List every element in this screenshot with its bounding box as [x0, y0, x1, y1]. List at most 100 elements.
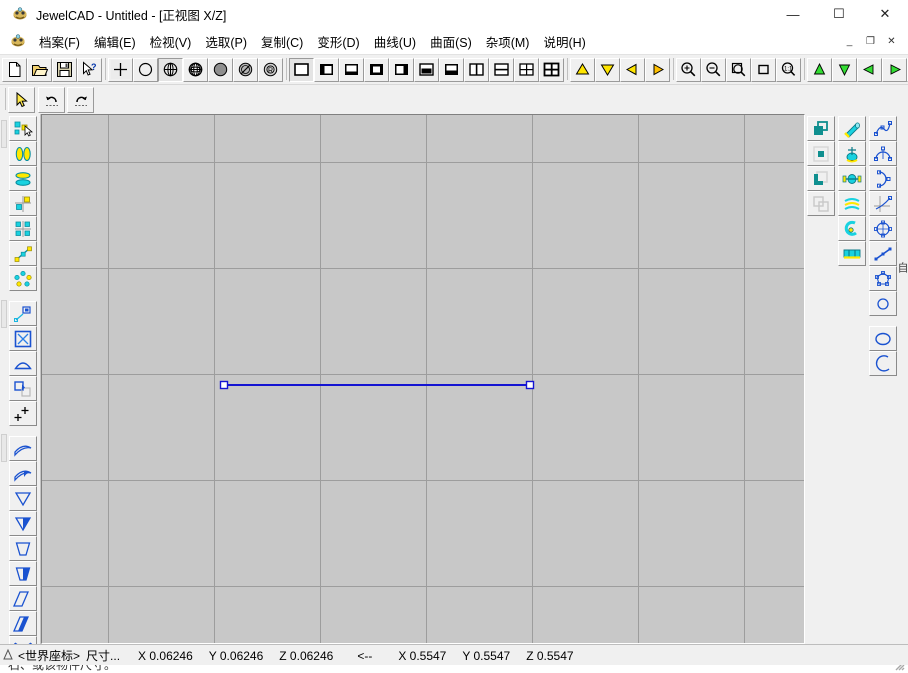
- menu-file[interactable]: 档案(F): [32, 29, 87, 54]
- rotate-up-button[interactable]: [570, 57, 595, 82]
- pick-stack-button[interactable]: [9, 166, 37, 191]
- title-bar: JewelCAD - Untitled - [正视图 X/Z] — ☐ ✕: [0, 0, 908, 28]
- menu-view[interactable]: 检视(V): [143, 29, 199, 54]
- view-bottom-half-button[interactable]: [339, 57, 364, 82]
- mdi-close-button[interactable]: ✕: [881, 31, 902, 51]
- split-vertical-button[interactable]: [464, 57, 489, 82]
- trapezoid-filled-button[interactable]: [9, 561, 37, 586]
- pick-pair-button[interactable]: [9, 141, 37, 166]
- trapezoid-button[interactable]: [9, 536, 37, 561]
- shaded-no-edge-button[interactable]: [233, 57, 258, 82]
- layer-back-button[interactable]: [807, 166, 835, 191]
- pick-ring-button[interactable]: [9, 266, 37, 291]
- tangent-curve-button[interactable]: [869, 191, 897, 216]
- layer-front-button[interactable]: [807, 116, 835, 141]
- wireframe-outline-button[interactable]: [133, 57, 158, 82]
- render-button[interactable]: R: [258, 57, 283, 82]
- quad-view-bold-button[interactable]: [539, 57, 564, 82]
- pick-object-button[interactable]: [9, 116, 37, 141]
- window-minimize-button[interactable]: —: [770, 0, 816, 28]
- object-down-button[interactable]: [832, 57, 857, 82]
- view-corner-button[interactable]: [439, 57, 464, 82]
- layer-middle-button[interactable]: [807, 141, 835, 166]
- zoom-fit-button[interactable]: [751, 57, 776, 82]
- new-file-button[interactable]: [2, 57, 27, 82]
- select-pointer-button[interactable]: [8, 87, 35, 113]
- window-close-button[interactable]: ✕: [862, 0, 908, 28]
- split-horizontal-button[interactable]: [489, 57, 514, 82]
- circle-nodes-button[interactable]: [869, 216, 897, 241]
- mdi-minimize-button[interactable]: _: [839, 31, 860, 51]
- menu-edit[interactable]: 编辑(E): [87, 29, 143, 54]
- view-left-half-button[interactable]: [314, 57, 339, 82]
- undo-button[interactable]: [38, 87, 65, 113]
- resize-grip[interactable]: [892, 665, 906, 672]
- zoom-in-button[interactable]: [676, 57, 701, 82]
- object-right-button[interactable]: [882, 57, 907, 82]
- rail-grip[interactable]: [1, 300, 7, 328]
- spiral-ring-button[interactable]: [838, 216, 866, 241]
- arc-band-filled-button[interactable]: [9, 461, 37, 486]
- stacked-rings-button[interactable]: [838, 191, 866, 216]
- open-file-button[interactable]: [27, 57, 52, 82]
- dense-mesh-button[interactable]: [183, 57, 208, 82]
- rotate-right-button[interactable]: [645, 57, 670, 82]
- menu-deform[interactable]: 变形(D): [310, 29, 366, 54]
- quad-view-button[interactable]: [514, 57, 539, 82]
- align-center-button[interactable]: [9, 401, 37, 426]
- rotate-left-button[interactable]: [620, 57, 645, 82]
- single-view-button[interactable]: [289, 57, 314, 82]
- menu-misc[interactable]: 杂项(M): [479, 29, 537, 54]
- menu-help[interactable]: 说明(H): [536, 29, 592, 54]
- scale-box-button[interactable]: [9, 301, 37, 326]
- wireframe-mesh-button[interactable]: [158, 57, 183, 82]
- save-file-button[interactable]: [52, 57, 77, 82]
- object-left-button[interactable]: [857, 57, 882, 82]
- bezier-curve-button[interactable]: [869, 116, 897, 141]
- dome-button[interactable]: [9, 351, 37, 376]
- channel-band-button[interactable]: [838, 241, 866, 266]
- menu-pick[interactable]: 选取(P): [198, 29, 254, 54]
- jewelcad-document-icon[interactable]: [10, 33, 26, 49]
- object-up-button[interactable]: [807, 57, 832, 82]
- shank-tube-button[interactable]: [838, 116, 866, 141]
- point-display-button[interactable]: [108, 57, 133, 82]
- selected-line-segment[interactable]: [42, 115, 805, 644]
- rotate-down-button[interactable]: [595, 57, 620, 82]
- context-help-button[interactable]: ?: [77, 57, 102, 82]
- half-arc-button[interactable]: [869, 166, 897, 191]
- line-handle-end[interactable]: [525, 380, 535, 390]
- zoom-all-button[interactable]: 1:1: [776, 57, 801, 82]
- window-maximize-button[interactable]: ☐: [816, 0, 862, 28]
- redo-button[interactable]: [67, 87, 94, 113]
- pick-grid-button[interactable]: [9, 216, 37, 241]
- menu-curve[interactable]: 曲线(U): [367, 29, 423, 54]
- viewport-canvas[interactable]: [41, 114, 805, 644]
- prong-setting-button[interactable]: [838, 166, 866, 191]
- pick-diagonal-button[interactable]: [9, 241, 37, 266]
- arc-band-button[interactable]: [9, 436, 37, 461]
- bowtie-button[interactable]: [9, 636, 37, 644]
- menu-copy[interactable]: 复制(C): [254, 29, 310, 54]
- taper-down-filled-button[interactable]: [9, 511, 37, 536]
- rail-grip[interactable]: [1, 434, 7, 462]
- pick-quadrant-button[interactable]: [9, 191, 37, 216]
- rail-grip[interactable]: [1, 120, 7, 148]
- layer-empty-button[interactable]: [807, 191, 835, 216]
- zoom-out-button[interactable]: [701, 57, 726, 82]
- parallelogram-button[interactable]: [9, 586, 37, 611]
- menu-surface[interactable]: 曲面(S): [423, 29, 479, 54]
- parallelogram-filled-button[interactable]: [9, 611, 37, 636]
- taper-down-button[interactable]: [9, 486, 37, 511]
- bezel-setting-button[interactable]: [838, 141, 866, 166]
- shaded-button[interactable]: [208, 57, 233, 82]
- arc-nodes-button[interactable]: [869, 141, 897, 166]
- view-top-half-button[interactable]: [414, 57, 439, 82]
- duplicate-button[interactable]: [9, 376, 37, 401]
- fit-box-button[interactable]: [9, 326, 37, 351]
- zoom-window-button[interactable]: [726, 57, 751, 82]
- view-right-half-button[interactable]: [389, 57, 414, 82]
- mdi-restore-button[interactable]: ❐: [860, 31, 881, 51]
- view-center-button[interactable]: [364, 57, 389, 82]
- line-handle-start[interactable]: [219, 380, 229, 390]
